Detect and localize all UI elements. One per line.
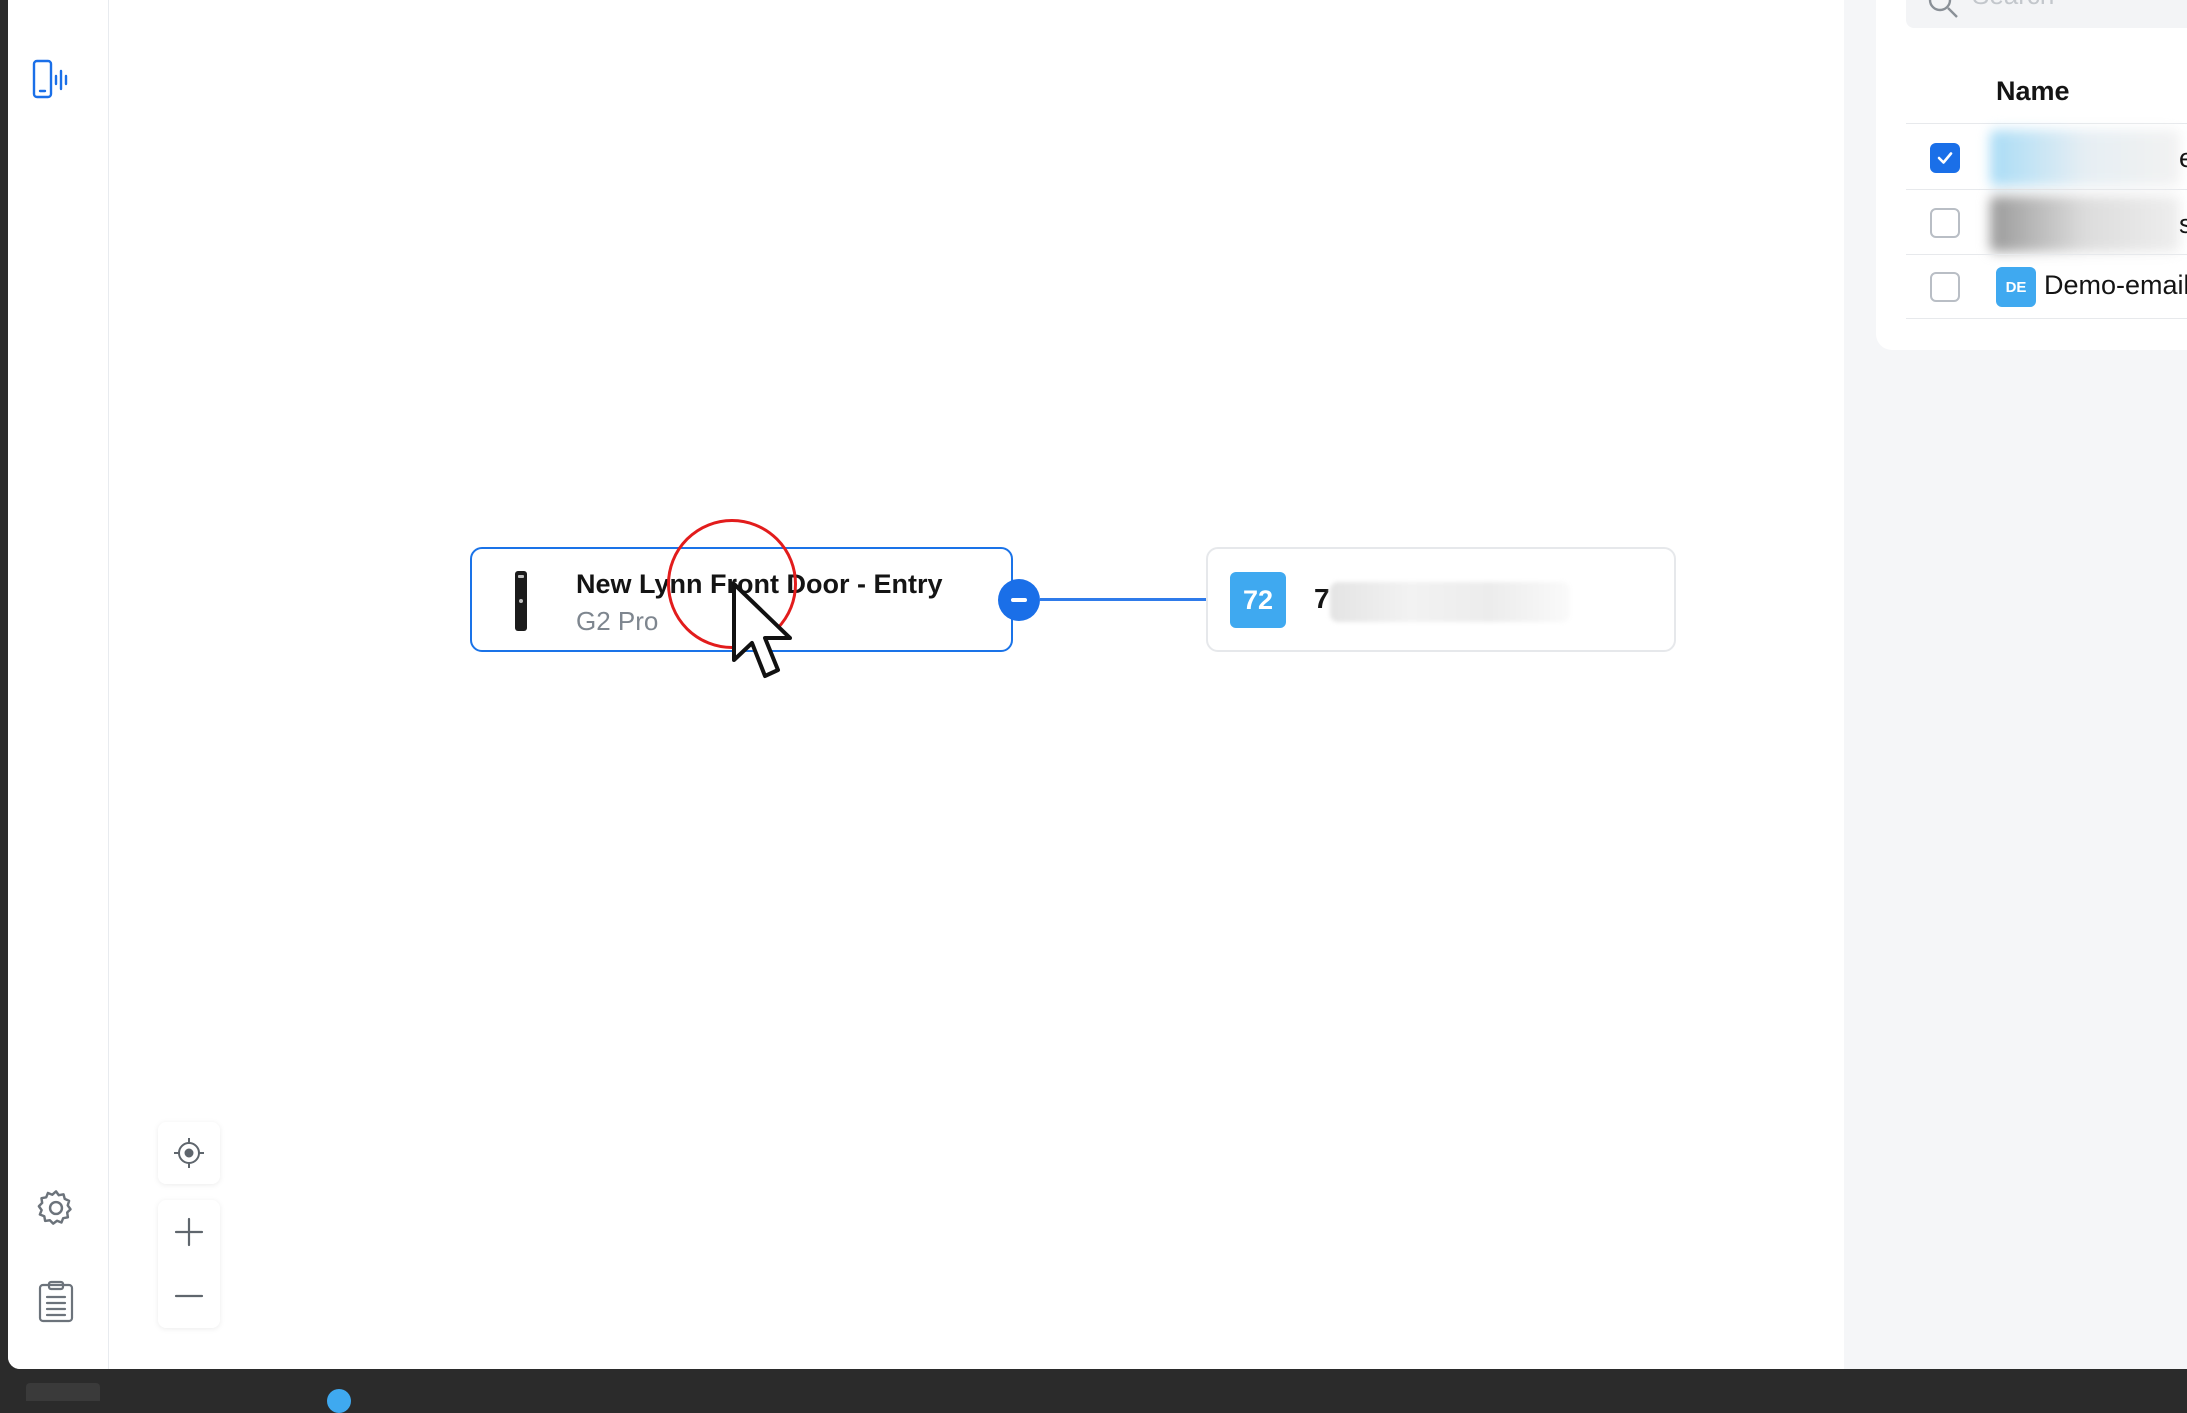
taskbar-item[interactable] — [26, 1383, 100, 1401]
redacted-row-2 — [1990, 196, 2180, 252]
recenter-icon[interactable] — [158, 1122, 220, 1184]
clipboard-list-icon[interactable] — [34, 1280, 78, 1324]
search-placeholder: Search — [1972, 0, 2054, 11]
row-divider — [1906, 189, 2187, 190]
search-input[interactable]: Search — [1906, 0, 2187, 28]
minus-icon — [1011, 598, 1027, 602]
check-icon — [1937, 152, 1953, 164]
row-2-name-fragment: s — [2179, 209, 2187, 239]
redacted-text-block — [1330, 582, 1570, 622]
remove-connection-button[interactable] — [998, 579, 1040, 621]
row-3-name: Demo-email — [2044, 270, 2187, 300]
device-node[interactable]: New Lynn Front Door - Entry G2 Pro — [470, 547, 1013, 652]
redacted-row-1 — [1990, 130, 2180, 186]
device-node-model: G2 Pro — [576, 606, 659, 636]
zoom-out-icon[interactable] — [158, 1264, 220, 1328]
column-header-name[interactable]: Name — [1996, 76, 2070, 107]
row-divider — [1906, 254, 2187, 255]
search-icon — [1928, 0, 1958, 18]
flow-canvas[interactable]: New Lynn Front Door - Entry G2 Pro 72 7 — [109, 0, 1844, 1369]
recenter-control — [158, 1122, 220, 1184]
connection-line — [1040, 598, 1206, 601]
target-node[interactable]: 72 7 — [1206, 547, 1676, 652]
taskbar-app-icon[interactable] — [327, 1389, 351, 1413]
side-rail — [8, 0, 109, 1369]
zoom-control — [158, 1200, 220, 1328]
target-node-badge: 72 — [1230, 572, 1286, 628]
app-window: New Lynn Front Door - Entry G2 Pro 72 7 — [8, 0, 2187, 1369]
gear-icon[interactable] — [34, 1186, 78, 1230]
row-1-name-fragment: e — [2179, 143, 2187, 173]
row-2-checkbox[interactable] — [1930, 208, 1960, 238]
row-divider — [1906, 123, 2187, 124]
intercom-phone-icon[interactable] — [26, 56, 74, 104]
taskbar — [0, 1369, 2187, 1413]
target-node-name: 7 — [1314, 583, 1330, 614]
row-3-checkbox[interactable] — [1930, 272, 1960, 302]
device-node-title: New Lynn Front Door - Entry — [576, 569, 943, 599]
zoom-in-icon[interactable] — [158, 1200, 220, 1264]
row-divider — [1906, 318, 2187, 319]
doorbell-device-icon — [514, 571, 528, 631]
row-3-avatar: DE — [1996, 267, 2036, 307]
right-panel: Search Name e s DE Demo-email — [1844, 0, 2187, 1369]
row-1-checkbox[interactable] — [1930, 143, 1960, 173]
